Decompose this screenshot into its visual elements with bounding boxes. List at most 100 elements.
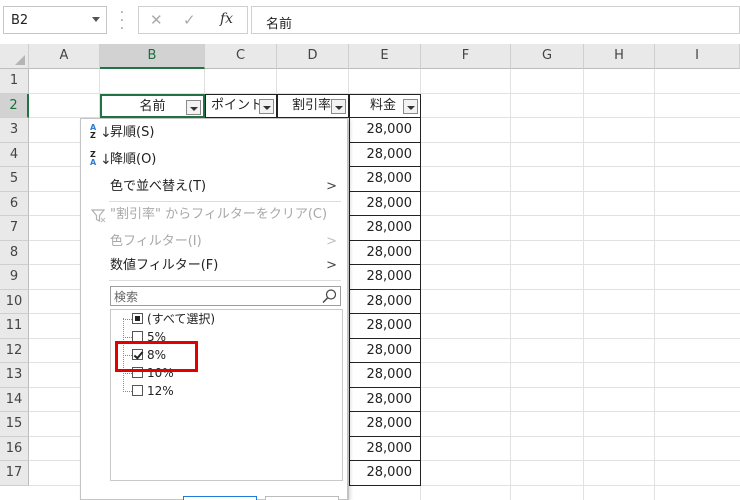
menu-separator (109, 201, 341, 202)
header-fee-label: 料金 (370, 98, 397, 113)
more-vertical-icon[interactable]: · · · (119, 6, 125, 36)
row-header-3[interactable]: 3 (0, 118, 29, 143)
sort-by-color-label: 色で並べ替え(T) (110, 179, 207, 194)
column-header-d[interactable]: D (277, 44, 349, 69)
row-header-4[interactable]: 4 (0, 142, 29, 167)
chevron-right-icon: > (326, 258, 337, 273)
tree-line (123, 373, 132, 374)
filter-active-button[interactable] (331, 99, 346, 114)
fee-cell[interactable]: 28,000 (349, 142, 421, 167)
column-header-h[interactable]: H (584, 44, 655, 69)
clear-filter-icon (90, 208, 107, 232)
row-header-7[interactable]: 7 (0, 216, 29, 241)
row-header-10[interactable]: 10 (0, 289, 29, 314)
fee-cell[interactable]: 28,000 (349, 412, 421, 437)
column-header-c[interactable]: C (205, 44, 277, 69)
clear-filter-label: "割引率" からフィルターをクリア(C) (110, 207, 328, 222)
column-header-g[interactable]: G (511, 44, 584, 69)
sort-ascending-label: 昇順(S) (110, 125, 155, 140)
row-header-14[interactable]: 14 (0, 387, 29, 412)
row-header-12[interactable]: 12 (0, 338, 29, 363)
number-filter-label: 数値フィルター(F) (110, 258, 219, 273)
menu-separator (109, 280, 341, 281)
filter-search-input[interactable]: 検索 (110, 286, 341, 306)
search-placeholder: 検索 (114, 290, 139, 304)
row-header-2[interactable]: 2 (0, 93, 29, 118)
fee-cell[interactable]: 28,000 (349, 461, 421, 486)
row-header-8[interactable]: 8 (0, 240, 29, 265)
header-cell-discount[interactable]: 割引率 (277, 94, 349, 118)
fee-cell[interactable]: 28,000 (349, 436, 421, 461)
row-header-9[interactable]: 9 (0, 265, 29, 290)
header-cell-points[interactable]: ポイント (205, 94, 277, 118)
fee-cell[interactable]: 28,000 (349, 118, 421, 143)
cancel-icon[interactable]: ✕ (150, 11, 163, 29)
fee-cell[interactable]: 28,000 (349, 216, 421, 241)
header-points-label: ポイント (211, 98, 264, 113)
column-header-f[interactable]: F (421, 44, 511, 69)
column-header-e[interactable]: E (349, 44, 421, 69)
fee-cell[interactable]: 28,000 (349, 289, 421, 314)
formula-input[interactable]: 名前 (251, 6, 740, 34)
formula-bar: B2 · · · ✕ ✓ fx 名前 (0, 0, 740, 44)
filter-value-list: (すべて選択) 5% 8% 10% 12% (110, 309, 343, 481)
formula-buttons: ✕ ✓ fx (138, 6, 248, 34)
cancel-button[interactable] (265, 496, 339, 500)
filter-dropdown-panel: A Z ↓ 昇順(S) Z A ↓ 降順(O) 色で並べ替え(T) > "割引率" から… (80, 118, 348, 500)
sort-by-color-item[interactable]: 色で並べ替え(T) > (81, 175, 347, 199)
header-discount-label: 割引率 (292, 98, 332, 113)
sort-ascending-icon: A Z ↓ (90, 123, 112, 142)
check-icon[interactable]: ✓ (183, 11, 196, 29)
sort-ascending-item[interactable]: A Z ↓ 昇順(S) (81, 121, 347, 145)
ok-button[interactable] (183, 496, 257, 500)
checkbox-partial[interactable] (132, 313, 143, 324)
number-filter-item[interactable]: 数値フィルター(F) > (81, 254, 347, 278)
insert-function-icon[interactable]: fx (220, 11, 233, 27)
fee-cell[interactable]: 28,000 (349, 191, 421, 216)
column-header-a[interactable]: A (29, 44, 100, 69)
fee-cell[interactable]: 28,000 (349, 240, 421, 265)
row-header-15[interactable]: 15 (0, 412, 29, 437)
select-all-corner[interactable] (0, 44, 29, 69)
fee-cell[interactable]: 28,000 (349, 265, 421, 290)
column-header-b[interactable]: B (100, 44, 205, 69)
chevron-right-icon: > (326, 234, 337, 249)
chevron-right-icon: > (326, 179, 337, 194)
chevron-down-icon[interactable] (92, 17, 100, 22)
clear-filter-item[interactable]: "割引率" からフィルターをクリア(C) (81, 203, 347, 227)
filter-dropdown-button[interactable] (259, 99, 274, 114)
name-box[interactable]: B2 (3, 6, 107, 34)
row-header-17[interactable]: 17 (0, 461, 29, 486)
fee-cell[interactable]: 28,000 (349, 167, 421, 192)
search-icon (322, 289, 337, 307)
checkbox-unchecked[interactable] (132, 385, 143, 396)
sort-descending-item[interactable]: Z A ↓ 降順(O) (81, 148, 347, 172)
filter-option-label: 12% (147, 384, 174, 398)
filter-dropdown-button[interactable] (403, 99, 418, 114)
fee-cell[interactable]: 28,000 (349, 338, 421, 363)
row-header-5[interactable]: 5 (0, 167, 29, 192)
sort-descending-icon: Z A ↓ (90, 150, 112, 169)
tree-line (123, 337, 132, 338)
row-header-1[interactable]: 1 (0, 69, 29, 94)
header-cell-fee[interactable]: 料金 (349, 94, 421, 118)
name-box-value: B2 (11, 13, 29, 28)
filter-option-label: (すべて選択) (147, 312, 216, 326)
excel-window: B2 · · · ✕ ✓ fx 名前 ABCDEFGHI 1 2 3 4 5 6 7 8 9 10 11… (0, 0, 740, 500)
tree-line (123, 319, 132, 320)
highlight-box (115, 341, 198, 372)
filter-dropdown-button[interactable] (186, 100, 201, 115)
fee-cell[interactable]: 28,000 (349, 314, 421, 339)
formula-content: 名前 (266, 17, 293, 32)
row-header-11[interactable]: 11 (0, 314, 29, 339)
fee-cell[interactable]: 28,000 (349, 363, 421, 388)
header-name-label: 名前 (139, 99, 166, 114)
row-header-16[interactable]: 16 (0, 436, 29, 461)
sort-descending-label: 降順(O) (110, 152, 157, 167)
row-header-6[interactable]: 6 (0, 191, 29, 216)
row-header-13[interactable]: 13 (0, 363, 29, 388)
color-filter-item[interactable]: 色フィルター(I) > (81, 230, 347, 254)
header-cell-name[interactable]: 名前 (100, 94, 205, 118)
column-header-i[interactable]: I (655, 44, 740, 69)
fee-cell[interactable]: 28,000 (349, 387, 421, 412)
